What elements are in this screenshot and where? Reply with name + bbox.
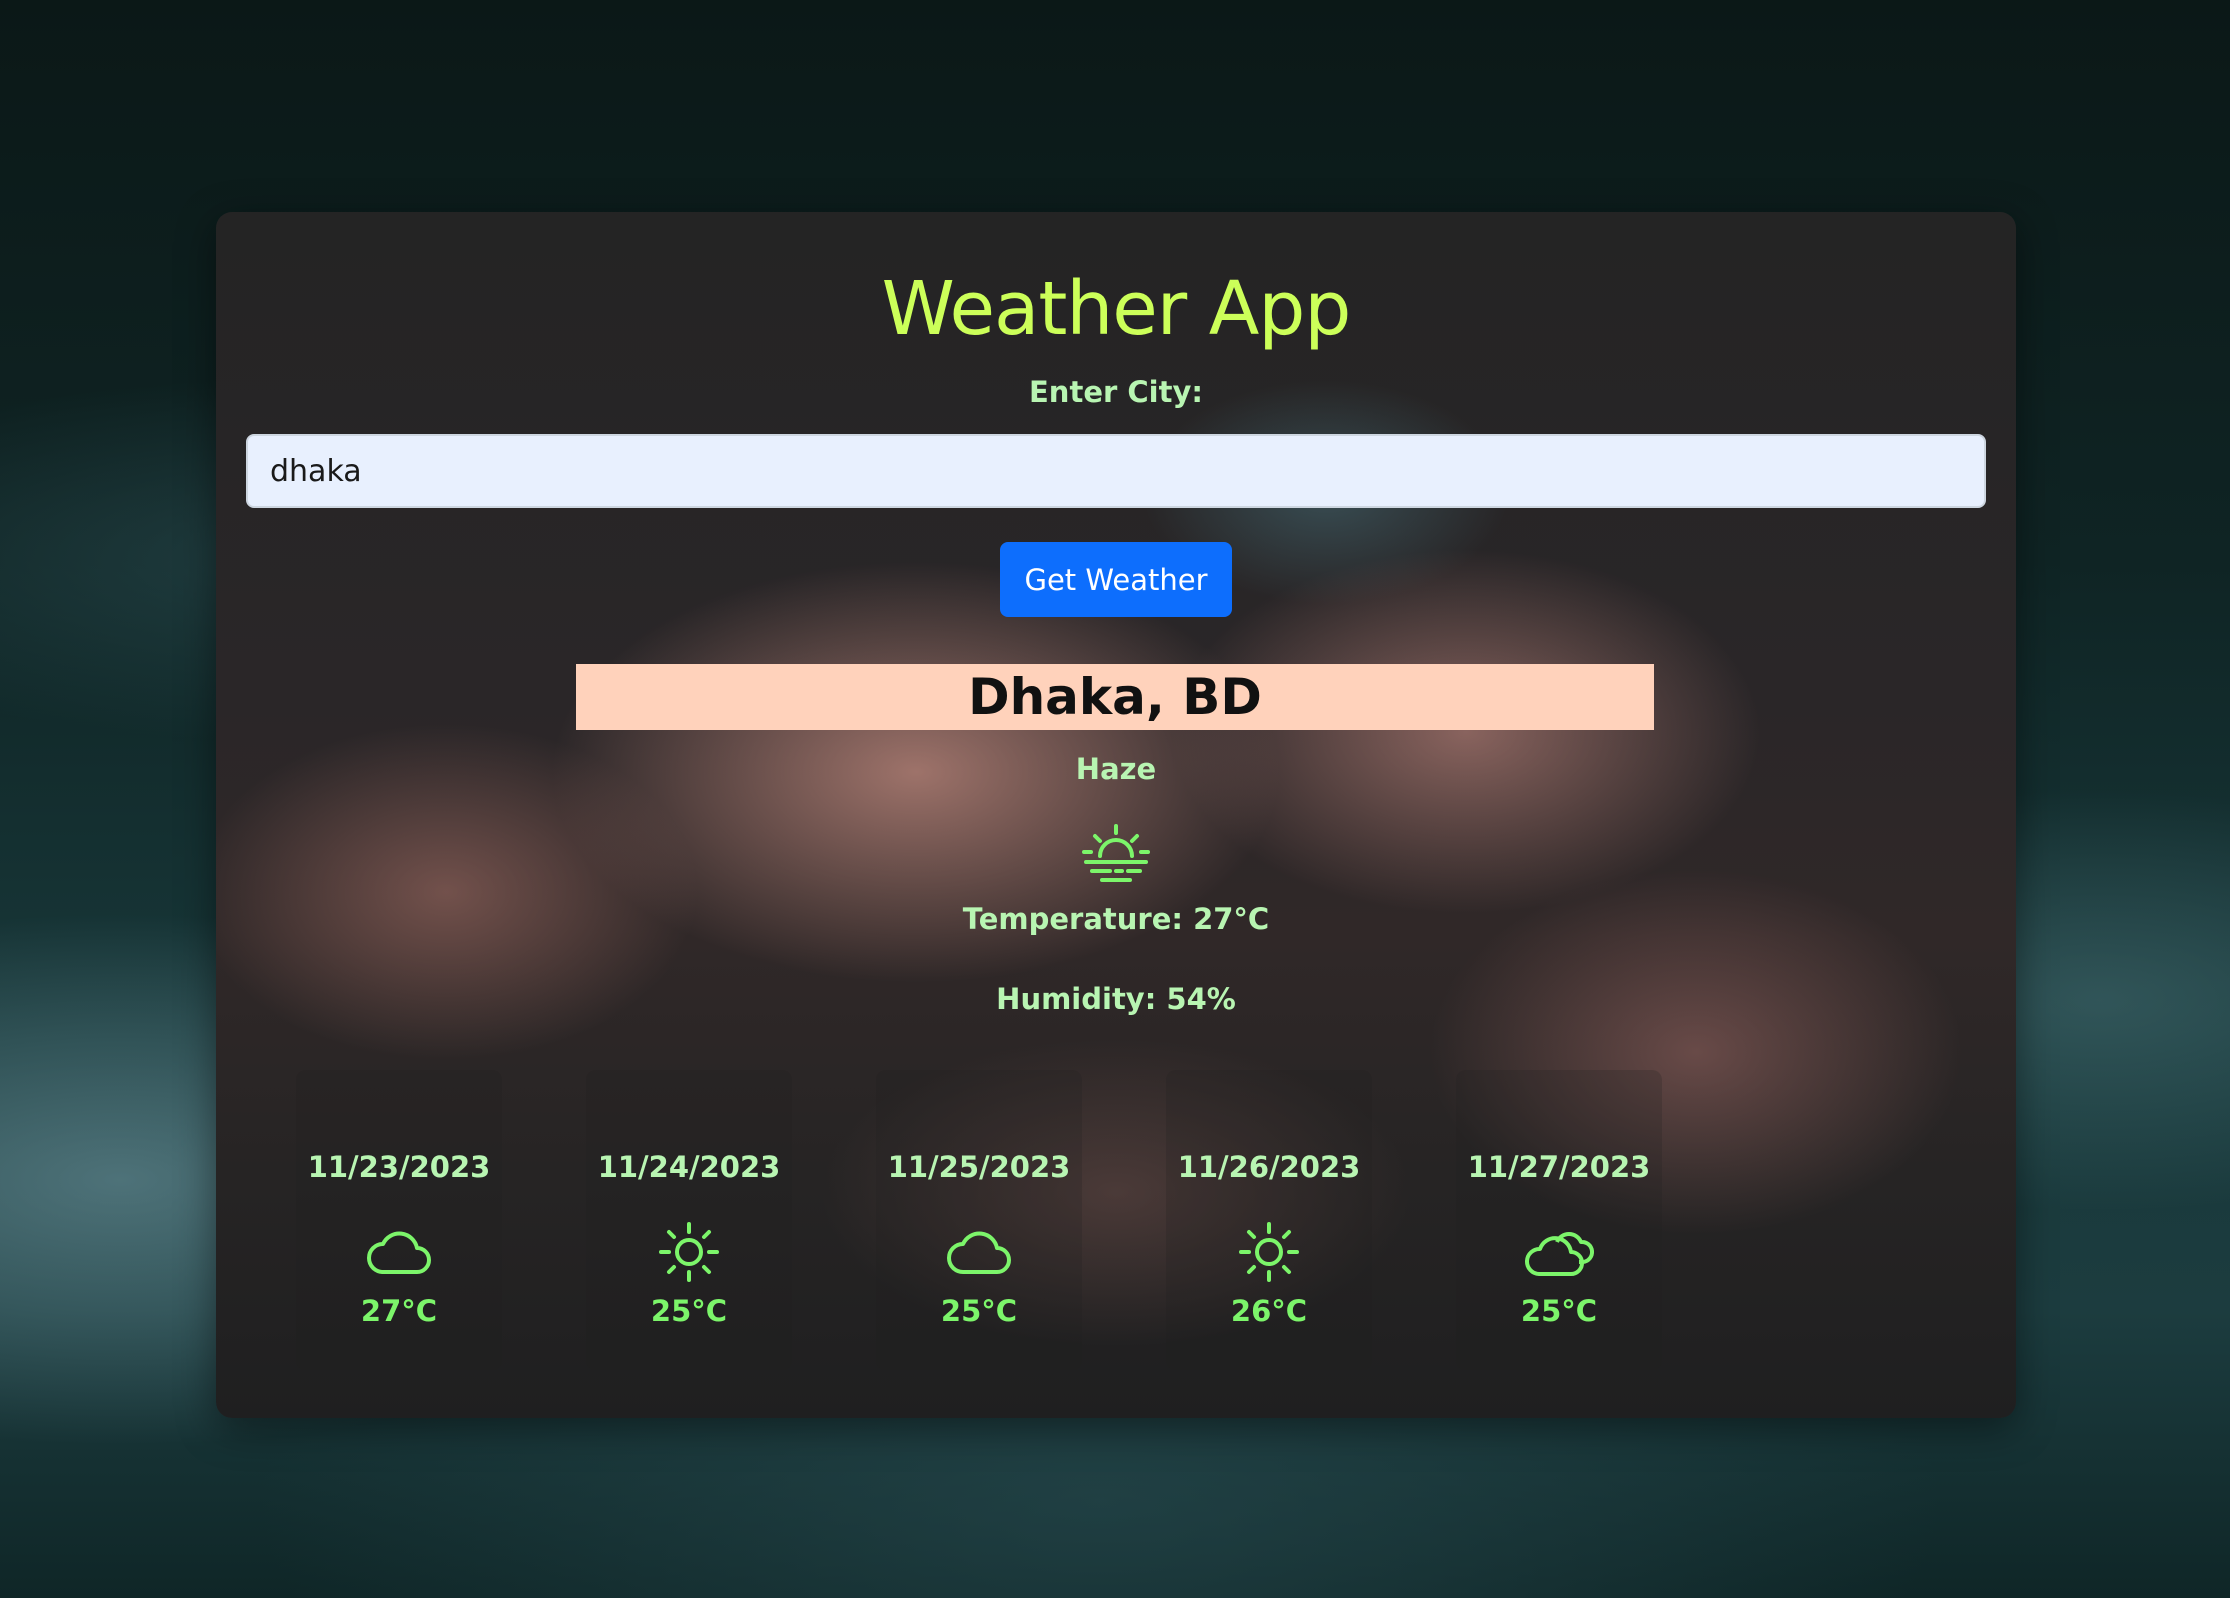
sun-icon (659, 1222, 719, 1282)
weather-card: Weather App Enter City: Get Weather Dhak… (216, 212, 2016, 1418)
app-title: Weather App (881, 266, 1352, 352)
forecast-item: 11/26/2023 26°C (1166, 1070, 1372, 1370)
haze-sunrise-icon (1082, 824, 1150, 882)
location-heading: Dhaka, BD (576, 664, 1654, 730)
forecast-item: 11/25/2023 25°C (876, 1070, 1082, 1370)
forecast-temp: 27°C (360, 1294, 438, 1328)
forecast-temp: 25°C (1520, 1294, 1598, 1328)
temperature-text: Temperature: 27°C (962, 902, 1270, 936)
weather-condition: Haze (1075, 752, 1157, 786)
cloud-icon (947, 1231, 1011, 1274)
forecast-temp: 25°C (650, 1294, 728, 1328)
forecast-item: 11/24/2023 25°C (586, 1070, 792, 1370)
forecast-date: 11/25/2023 (887, 1150, 1071, 1184)
forecast-temp: 26°C (1230, 1294, 1308, 1328)
forecast-date: 11/24/2023 (597, 1150, 781, 1184)
forecast-date: 11/26/2023 (1177, 1150, 1361, 1184)
forecast-date: 11/23/2023 (307, 1150, 491, 1184)
forecast-date: 11/27/2023 (1467, 1150, 1651, 1184)
sun-icon (1239, 1222, 1299, 1282)
get-weather-button[interactable]: Get Weather (1000, 542, 1232, 617)
clouds-icon (1525, 1232, 1594, 1276)
forecast-item: 11/27/2023 25°C (1456, 1070, 1662, 1370)
city-label: Enter City: (1029, 375, 1203, 409)
cloud-icon (367, 1231, 431, 1274)
forecast-item: 11/23/2023 27°C (296, 1070, 502, 1370)
forecast-temp: 25°C (940, 1294, 1018, 1328)
humidity-text: Humidity: 54% (996, 982, 1236, 1016)
city-input[interactable] (246, 434, 1986, 508)
